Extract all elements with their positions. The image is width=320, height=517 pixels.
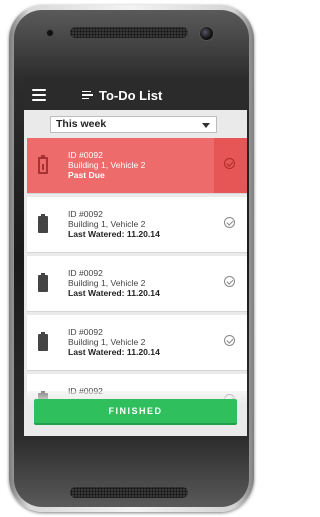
task-location: Building 1, Vehicle 2 <box>68 160 146 170</box>
proximity-sensor <box>46 29 54 37</box>
footer-bar: FINISHED <box>24 391 247 436</box>
check-circle-icon <box>224 335 235 346</box>
list-icon <box>82 90 93 100</box>
task-row[interactable]: ID #0092 Building 1, Vehicle 2 Last Wate… <box>27 197 247 253</box>
check-circle-icon <box>224 217 235 228</box>
front-camera <box>199 26 214 41</box>
task-info: ID #0092 Building 1, Vehicle 2 Past Due <box>68 150 145 180</box>
check-circle-icon <box>224 158 235 169</box>
check-circle-icon <box>224 276 235 287</box>
task-row[interactable]: ID #0092 Building 1, Vehicle 2 Last Wate… <box>27 256 247 312</box>
bottom-speaker-grille <box>70 487 188 498</box>
task-info: ID #0092 Building 1, Vehicle 2 Last Wate… <box>68 327 160 357</box>
battery-icon <box>38 332 48 351</box>
task-location: Building 1, Vehicle 2 <box>68 278 146 288</box>
task-status: Last Watered: 11.20.14 <box>68 347 160 357</box>
finished-button[interactable]: FINISHED <box>34 399 237 425</box>
task-id: ID #0092 <box>68 150 103 160</box>
task-row[interactable]: ID #0092 Building 1, Vehicle 2 Past Due <box>27 138 247 194</box>
chevron-down-icon <box>202 123 210 128</box>
complete-task-button[interactable] <box>214 138 247 193</box>
battery-icon <box>38 155 48 174</box>
menu-icon[interactable] <box>32 89 46 101</box>
task-row[interactable]: ID #0092 Building 1, Vehicle 2 Last Wate… <box>27 315 247 371</box>
task-id: ID #0092 <box>68 268 103 278</box>
app-screen: To-Do List This week ID #0092 Building 1… <box>24 79 247 436</box>
battery-icon <box>38 214 48 233</box>
task-info: ID #0092 Building 1, Vehicle 2 Last Wate… <box>68 268 160 298</box>
app-title-group: To-Do List <box>82 85 162 105</box>
app-title: To-Do List <box>99 87 163 103</box>
complete-task-button[interactable] <box>214 197 247 252</box>
task-status: Last Watered: 11.20.14 <box>68 229 160 239</box>
task-id: ID #0092 <box>68 209 103 219</box>
battery-icon <box>38 273 48 292</box>
task-info: ID #0092 Building 1, Vehicle 2 Last Wate… <box>68 209 160 239</box>
phone-frame: To-Do List This week ID #0092 Building 1… <box>0 0 263 517</box>
task-status: Past Due <box>68 170 105 180</box>
complete-task-button[interactable] <box>214 256 247 311</box>
period-filter-dropdown[interactable]: This week <box>50 116 217 133</box>
app-bar: To-Do List <box>24 79 247 110</box>
top-speaker-grille <box>70 27 188 38</box>
task-location: Building 1, Vehicle 2 <box>68 337 146 347</box>
task-status: Last Watered: 11.20.14 <box>68 288 160 298</box>
complete-task-button[interactable] <box>214 315 247 370</box>
task-id: ID #0092 <box>68 327 103 337</box>
task-location: Building 1, Vehicle 2 <box>68 219 146 229</box>
period-filter-value: This week <box>56 118 107 130</box>
